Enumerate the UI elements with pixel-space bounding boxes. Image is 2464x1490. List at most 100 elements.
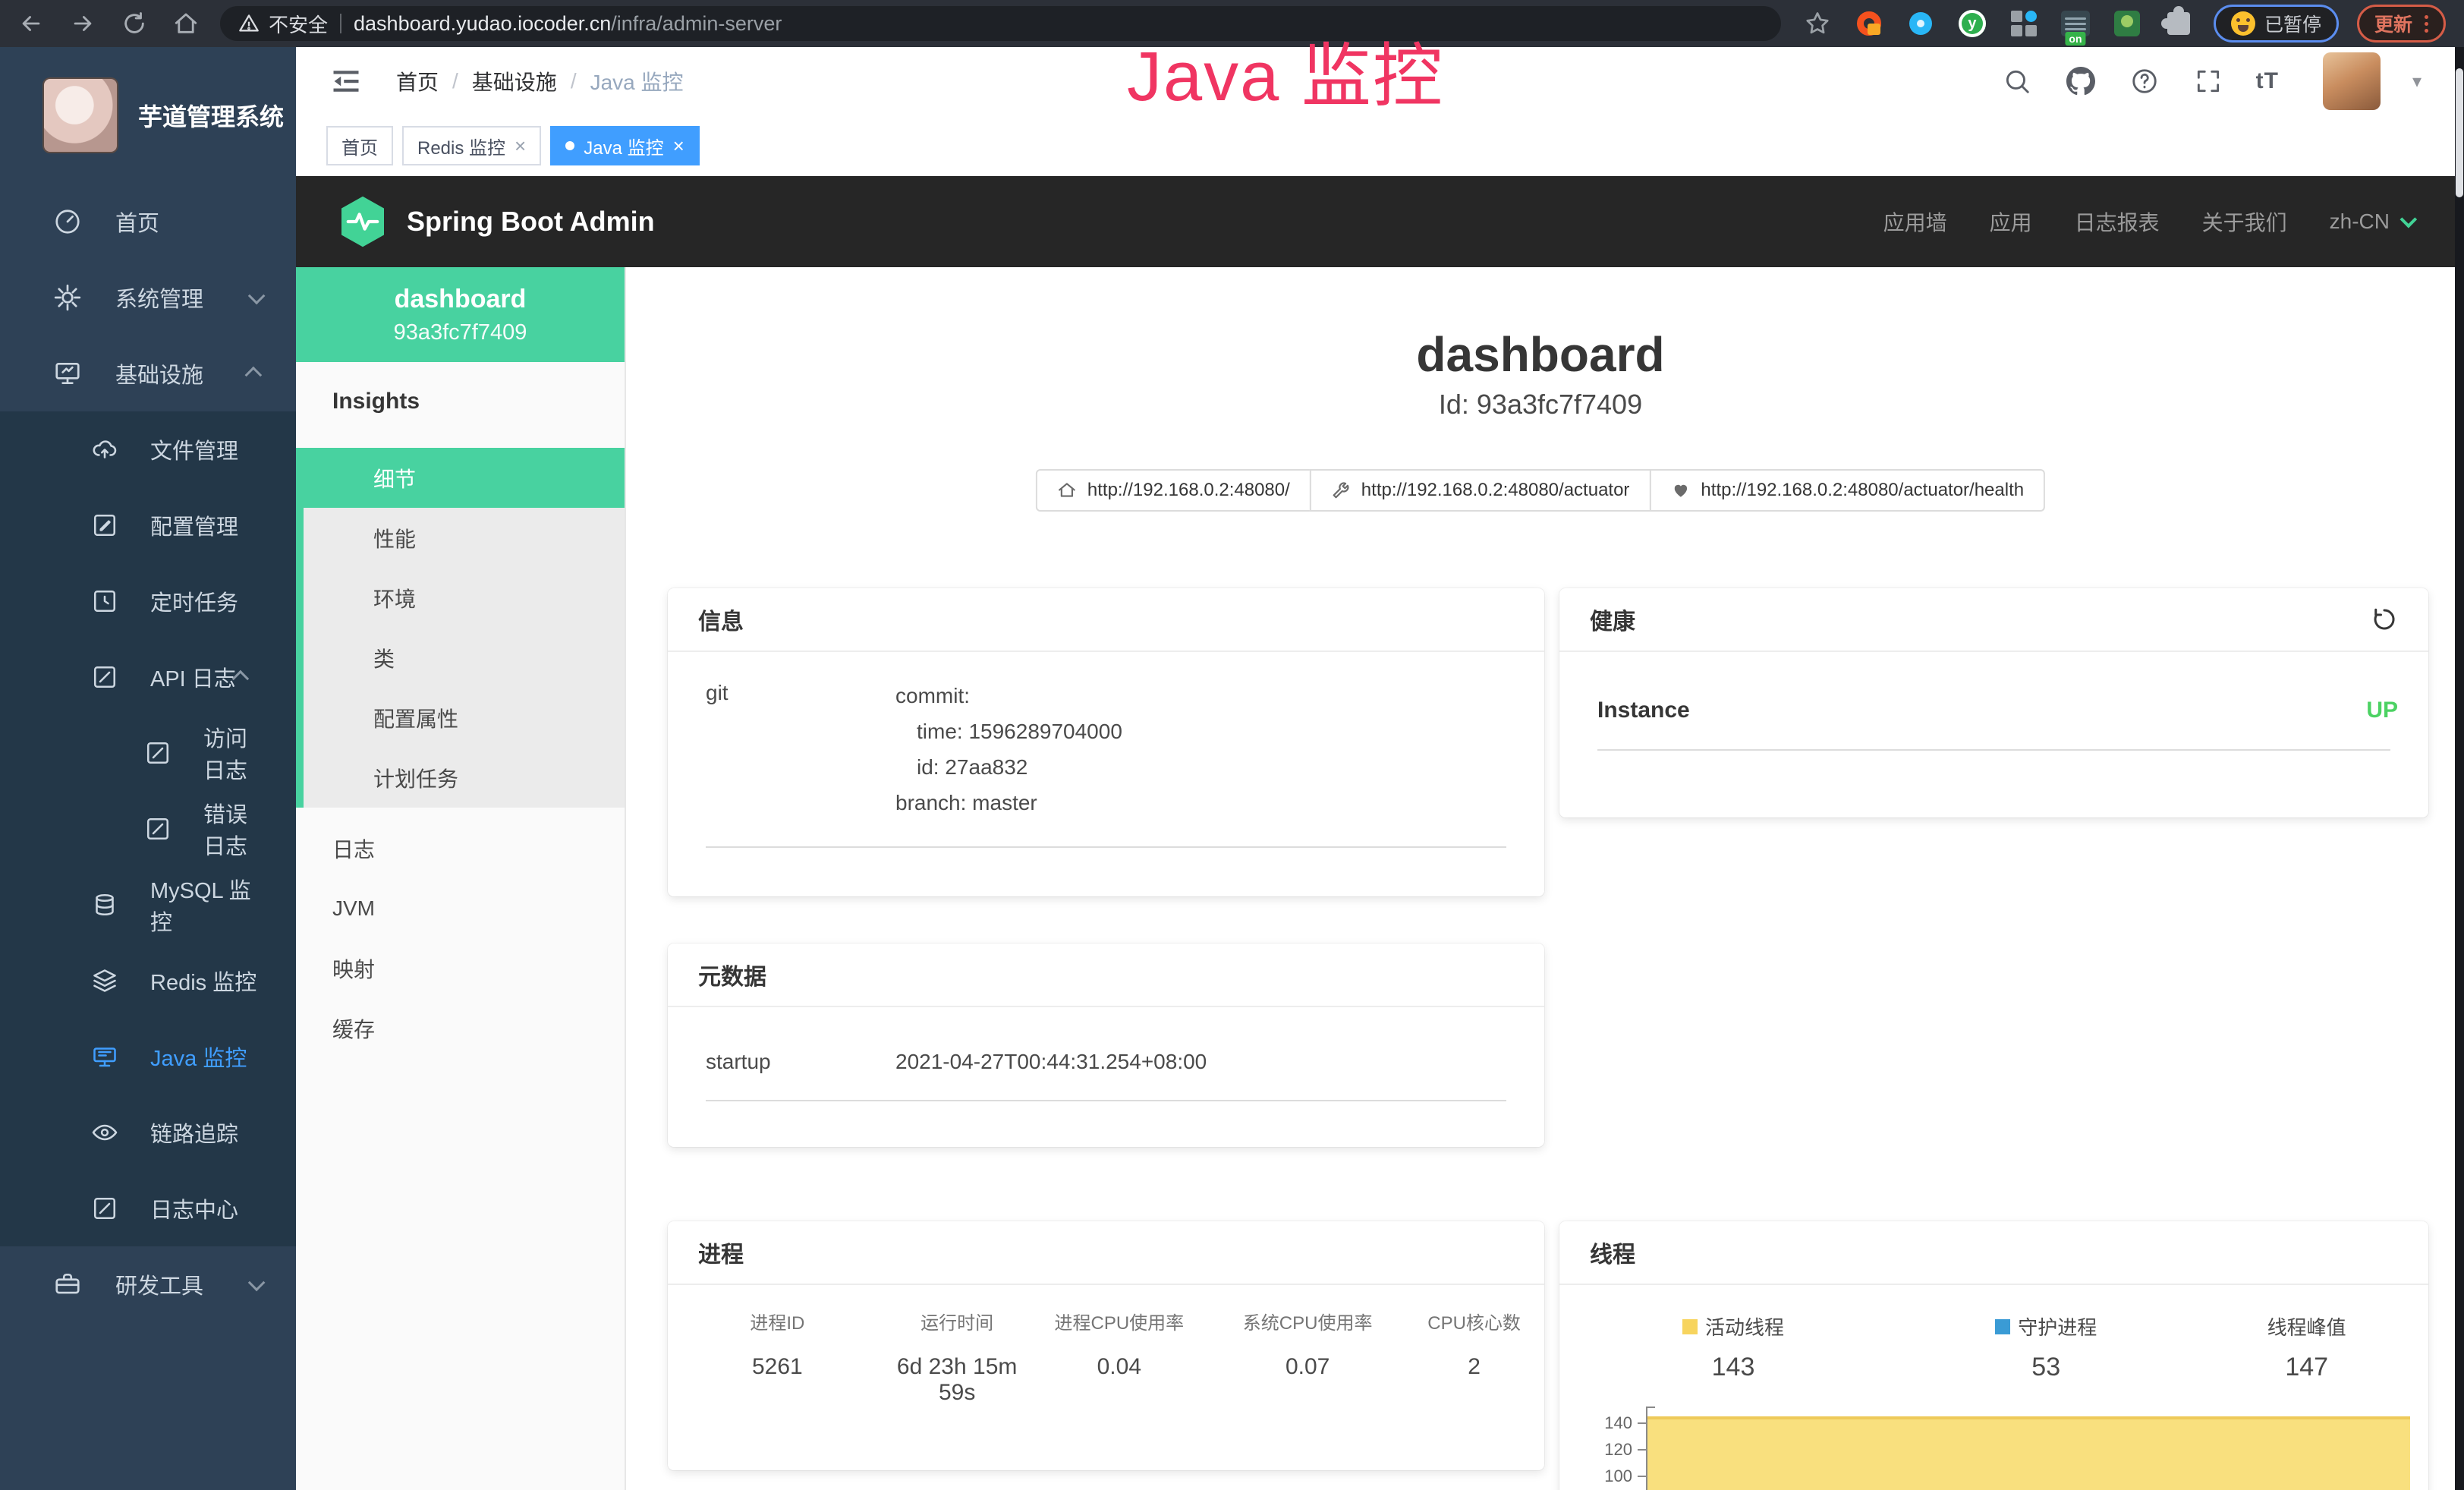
sidebar-item-system[interactable]: 系统管理 xyxy=(0,260,296,335)
help-icon[interactable] xyxy=(2129,65,2160,97)
table-row: Instance UP xyxy=(1597,698,2398,723)
scrollbar-thumb[interactable] xyxy=(2456,68,2463,197)
edit-icon xyxy=(91,512,118,539)
sidebar-item-log-center[interactable]: 日志中心 xyxy=(0,1170,296,1246)
address-bar[interactable]: 不安全 dashboard.yudao.iocoder.cn/infra/adm… xyxy=(220,6,1781,41)
sidebar-item-api-log[interactable]: API 日志 xyxy=(0,639,296,715)
app-logo-row[interactable]: 芋道管理系统 xyxy=(0,47,296,184)
extension-on-badge: on xyxy=(2065,32,2085,46)
sidebar-fold-icon[interactable] xyxy=(329,65,363,98)
user-avatar[interactable] xyxy=(2323,52,2381,110)
browser-actions: y on 已暂停 更新 xyxy=(1801,5,2446,43)
forward-icon[interactable] xyxy=(70,11,96,36)
home-icon[interactable] xyxy=(173,11,199,36)
sba-item-metrics[interactable]: 性能 xyxy=(296,508,625,568)
search-icon[interactable] xyxy=(2001,65,2033,97)
browser-menu-icon[interactable] xyxy=(2425,15,2428,33)
sidebar-item-java-monitor[interactable]: Java 监控 xyxy=(0,1019,296,1095)
close-icon[interactable]: × xyxy=(515,136,526,156)
extension-pin-icon[interactable] xyxy=(1904,7,1937,40)
legend-label: 线程峰值 xyxy=(2267,1312,2346,1340)
extension-switch-icon[interactable]: on xyxy=(2059,7,2092,40)
sba-item-classes[interactable]: 类 xyxy=(296,628,625,688)
security-label[interactable]: 不安全 xyxy=(269,10,328,38)
sidebar-item-label: Java 监控 xyxy=(150,1041,247,1073)
font-size-icon[interactable]: tT xyxy=(2256,68,2279,94)
sidebar-item-label: Redis 监控 xyxy=(150,965,256,997)
y-tick xyxy=(1638,1449,1646,1451)
sidebar-item-infra[interactable]: 基础设施 xyxy=(0,335,296,411)
sba-main: dashboard Id: 93a3fc7f7409 http://192.16… xyxy=(626,267,2455,1490)
extension-donut-icon[interactable] xyxy=(1852,7,1886,40)
paused-badge[interactable]: 已暂停 xyxy=(2214,5,2339,43)
sba-nav-applications[interactable]: 应用 xyxy=(1990,206,2032,237)
sidebar-item-scheduled-jobs[interactable]: 定时任务 xyxy=(0,563,296,639)
sba-item-environment[interactable]: 环境 xyxy=(296,568,625,628)
reload-icon[interactable] xyxy=(121,11,147,36)
tab-redis-monitor[interactable]: Redis 监控 × xyxy=(402,126,541,165)
fullscreen-icon[interactable] xyxy=(2192,65,2224,97)
sba-brand[interactable]: Spring Boot Admin xyxy=(407,206,655,238)
sba-instance-block[interactable]: dashboard 93a3fc7f7409 xyxy=(296,267,625,362)
github-icon[interactable] xyxy=(2065,65,2097,97)
extension-leaf-icon[interactable] xyxy=(2110,7,2144,40)
extension-green-circle-icon[interactable]: y xyxy=(1956,7,1989,40)
endpoint-health-button[interactable]: http://192.168.0.2:48080/actuator/health xyxy=(1649,469,2045,512)
table-row: git commit: time: 1596289704000 id: 27aa… xyxy=(706,678,1514,821)
endpoint-actuator-button[interactable]: http://192.168.0.2:48080/actuator xyxy=(1310,469,1651,512)
tab-label: Redis 监控 xyxy=(417,133,505,159)
sba-nav-locale[interactable]: zh-CN xyxy=(2330,209,2412,234)
status-badge: UP xyxy=(2366,698,2398,723)
history-icon[interactable] xyxy=(2371,606,2398,633)
y-tick xyxy=(1638,1422,1646,1424)
tab-home[interactable]: 首页 xyxy=(326,126,393,165)
git-time-line: time: 1596289704000 xyxy=(895,713,1514,749)
git-id-line: id: 27aa832 xyxy=(895,749,1514,785)
column-header: 进程CPU使用率 xyxy=(1027,1308,1212,1334)
sba-logo-icon xyxy=(338,195,387,248)
sba-item-details[interactable]: 细节 xyxy=(296,448,625,508)
sba-item-config-props[interactable]: 配置属性 xyxy=(296,688,625,748)
sidebar-item-label: 访问日志 xyxy=(203,721,261,785)
close-icon[interactable]: × xyxy=(673,136,684,156)
sidebar-item-access-log[interactable]: 访问日志 xyxy=(0,715,296,791)
sidebar-item-redis-monitor[interactable]: Redis 监控 xyxy=(0,943,296,1019)
bookmark-star-icon[interactable] xyxy=(1801,7,1834,40)
sidebar-item-dev-tools[interactable]: 研发工具 xyxy=(0,1246,296,1322)
sba-nav-wallboard[interactable]: 应用墙 xyxy=(1883,206,1947,237)
legend-daemon: 守护进程 xyxy=(1907,1312,2185,1340)
sidebar-item-trace[interactable]: 链路追踪 xyxy=(0,1095,296,1170)
threads-values: 143 53 147 xyxy=(1559,1353,2428,1382)
sba-nav-journal[interactable]: 日志报表 xyxy=(2075,206,2160,237)
extension-grid-icon[interactable] xyxy=(2007,7,2041,40)
git-branch-line: branch: master xyxy=(895,785,1514,821)
user-menu-caret-icon[interactable]: ▾ xyxy=(2412,71,2422,93)
sidebar-item-file-manage[interactable]: 文件管理 xyxy=(0,411,296,487)
layers-icon xyxy=(91,967,118,994)
browser-scrollbar[interactable] xyxy=(2455,47,2464,1490)
sidebar-item-error-log[interactable]: 错误日志 xyxy=(0,791,296,867)
tab-java-monitor[interactable]: Java 监控 × xyxy=(550,126,700,165)
row-border xyxy=(706,1100,1506,1101)
sidebar-item-label: 定时任务 xyxy=(150,585,238,617)
metadata-card-body: startup 2021-04-27T00:44:31.254+08:00 xyxy=(668,1007,1544,1101)
sba-item-scheduled-tasks[interactable]: 计划任务 xyxy=(296,748,625,808)
sidebar-item-label: API 日志 xyxy=(150,661,236,693)
sidebar-item-mysql-monitor[interactable]: MySQL 监控 xyxy=(0,867,296,943)
instance-title: dashboard xyxy=(626,326,2455,383)
sba-nav-about[interactable]: 关于我们 xyxy=(2202,206,2287,237)
sidebar-item-home[interactable]: 首页 xyxy=(0,184,296,260)
sidebar-item-config-manage[interactable]: 配置管理 xyxy=(0,487,296,563)
endpoint-home-button[interactable]: http://192.168.0.2:48080/ xyxy=(1036,469,1311,512)
extensions-puzzle-icon[interactable] xyxy=(2162,7,2195,40)
sba-item-logs[interactable]: 日志 xyxy=(296,818,625,878)
sba-item-jvm[interactable]: JVM xyxy=(296,878,625,938)
update-button[interactable]: 更新 xyxy=(2357,5,2446,43)
tag-view-bar: 首页 Redis 监控 × Java 监控 × xyxy=(296,115,2455,176)
sba-item-caches[interactable]: 缓存 xyxy=(296,998,625,1058)
back-icon[interactable] xyxy=(18,11,44,36)
sba-item-mappings[interactable]: 映射 xyxy=(296,938,625,998)
breadcrumb-infra[interactable]: 基础设施 xyxy=(472,66,557,96)
breadcrumb-home[interactable]: 首页 xyxy=(396,66,439,96)
url-text[interactable]: dashboard.yudao.iocoder.cn/infra/admin-s… xyxy=(354,12,782,36)
